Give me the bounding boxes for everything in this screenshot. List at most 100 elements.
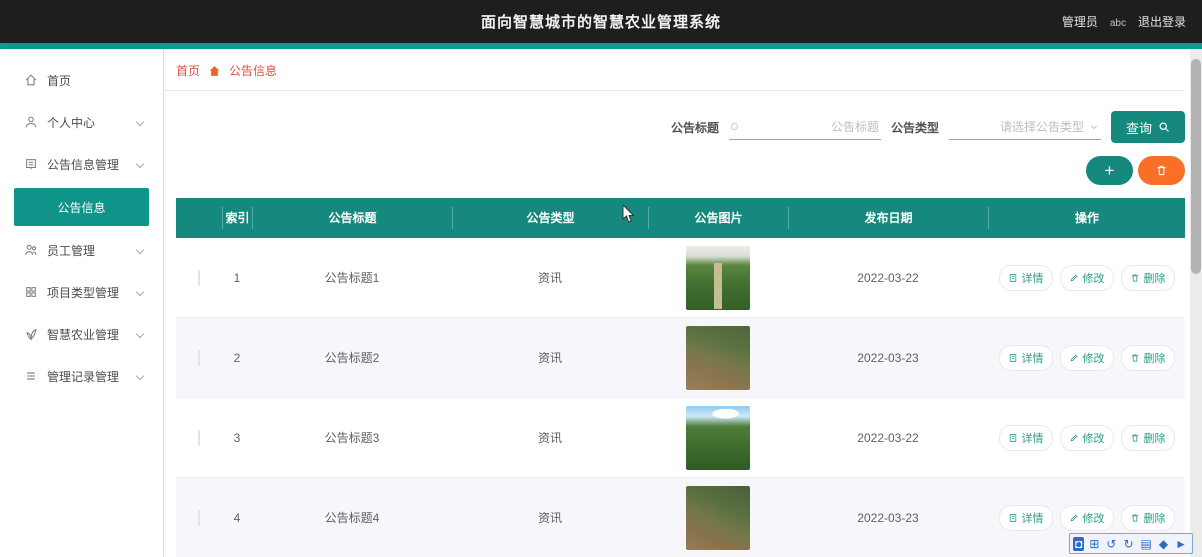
sidebar-item-agriculture[interactable]: 智慧农业管理 [0,313,163,355]
col-image: 公告图片 [648,207,788,229]
edit-button[interactable]: 修改 [1059,344,1114,371]
title-filter-label: 公告标题 [670,120,719,135]
content-area: 首页 公告信息 公告标题 公告类型 请选择公告类型 查询 + [163,49,1202,557]
scrollbar-track[interactable] [1190,49,1202,557]
undo-icon[interactable]: ↺ [1104,537,1118,551]
crud-toolbar: + [164,156,1185,185]
home-icon [24,73,38,87]
records-icon [24,369,38,383]
title-search-input[interactable] [737,119,879,134]
edit-button[interactable]: 修改 [1059,424,1114,451]
delete-button[interactable]: 删除 [1120,344,1175,371]
cell-date: 2022-03-22 [857,270,919,285]
delete-button[interactable]: 删除 [1120,424,1175,451]
capture-icon[interactable]: ◘ [1073,536,1085,551]
sidebar-item-home[interactable]: 首页 [0,59,163,101]
announcement-image [686,245,750,310]
redo-icon[interactable]: ↻ [1121,537,1135,551]
doc-icon [1008,513,1018,523]
type-filter-label: 公告类型 [890,120,939,135]
table-row: 3 公告标题3 资讯 2022-03-22 详情 修改 删除 [176,398,1185,478]
window-icon[interactable]: ⊞ [1087,537,1101,551]
delete-button[interactable]: 删除 [1120,264,1175,291]
home-icon [208,65,221,77]
table-row: 1 公告标题1 资讯 2022-03-22 详情 修改 删除 [176,238,1185,318]
logout-link[interactable]: 退出登录 [1138,13,1186,30]
pencil-icon [1069,433,1079,443]
sidebar-subitem-notice[interactable]: 公告信息 [14,188,149,226]
cell-index: 1 [233,270,241,285]
sidebar-item-notice-mgmt[interactable]: 公告信息管理 [0,143,163,185]
row-checkbox[interactable] [198,509,200,526]
sidebar-item-label: 员工管理 [47,243,96,258]
cell-title: 公告标题1 [324,271,380,285]
col-index: 索引 [222,207,252,229]
sidebar-item-label: 首页 [47,73,72,88]
detail-button[interactable]: 详情 [998,424,1053,451]
staff-icon [24,243,38,257]
col-date: 发布日期 [788,207,988,229]
col-actions: 操作 [988,207,1185,229]
cell-type: 资讯 [537,431,562,445]
chevron-down-icon [1089,122,1099,132]
table-row: 4 公告标题4 资讯 2022-03-23 详情 修改 删除 [176,478,1185,557]
doc-icon [1008,433,1018,443]
row-checkbox[interactable] [198,269,200,286]
user-role: 管理员 [1061,15,1098,29]
cell-date: 2022-03-23 [857,350,919,365]
sidebar-item-label: 智慧农业管理 [47,327,120,342]
sidebar-item-project[interactable]: 项目类型管理 [0,271,163,313]
edit-button[interactable]: 修改 [1059,264,1114,291]
sidebar-item-profile[interactable]: 个人中心 [0,101,163,143]
chevron-down-icon [135,159,145,169]
sidebar-item-label: 管理记录管理 [47,369,120,384]
cell-date: 2022-03-23 [857,510,919,525]
trash-icon [1130,513,1140,523]
scrollbar-thumb[interactable] [1191,59,1201,274]
detail-button[interactable]: 详情 [998,504,1053,531]
add-button[interactable]: + [1086,156,1133,185]
cell-title: 公告标题3 [324,431,380,445]
announcement-table: 索引 公告标题 公告类型 公告图片 发布日期 操作 1 公告标题1 资讯 202… [176,198,1185,557]
trash-icon [1130,353,1140,363]
detail-button[interactable]: 详情 [998,344,1053,371]
cell-title: 公告标题2 [324,351,380,365]
type-select-placeholder: 请选择公告类型 [999,120,1084,134]
edit-button[interactable]: 修改 [1059,504,1114,531]
cell-type: 资讯 [537,271,562,285]
cell-index: 3 [233,430,241,445]
arrow-icon[interactable]: ► [1173,537,1189,551]
cell-title: 公告标题4 [324,511,380,525]
row-checkbox[interactable] [198,429,200,446]
trash-icon [1130,433,1140,443]
search-button[interactable]: 查询 [1110,111,1185,143]
row-checkbox[interactable] [198,349,200,366]
pin-icon[interactable]: ◆ [1157,537,1170,551]
app-title: 面向智慧城市的智慧农业管理系统 [480,14,721,31]
doc-icon [1008,353,1018,363]
bulletin-icon [24,157,38,171]
trash-icon [1155,164,1168,177]
chevron-down-icon [135,245,145,255]
delete-button[interactable]: 删除 [1120,504,1175,531]
search-icon [1158,121,1170,133]
detail-button[interactable]: 详情 [998,264,1053,291]
sidebar-item-label: 项目类型管理 [47,285,120,300]
filter-bar: 公告标题 公告类型 请选择公告类型 查询 [164,111,1185,143]
image-icon[interactable]: ▤ [1139,537,1154,551]
sidebar-item-staff[interactable]: 员工管理 [0,229,163,271]
doc-icon [1008,273,1018,283]
user-icon [24,115,38,129]
type-select[interactable]: 请选择公告类型 [948,114,1101,140]
sidebar-item-records[interactable]: 管理记录管理 [0,355,163,397]
annotation-toolbar: ◘ ⊞ ↺ ↻ ▤ ◆ ► [1069,533,1193,554]
breadcrumb-home[interactable]: 首页 [176,62,200,79]
trash-icon [1130,273,1140,283]
announcement-image [686,405,750,470]
agriculture-icon [24,327,38,341]
batch-delete-button[interactable] [1138,156,1185,185]
announcement-image [686,485,750,550]
user-box: 管理员 abc 退出登录 [1062,13,1202,30]
search-button-label: 查询 [1125,120,1152,136]
sidebar-item-label: 公告信息管理 [47,157,120,172]
